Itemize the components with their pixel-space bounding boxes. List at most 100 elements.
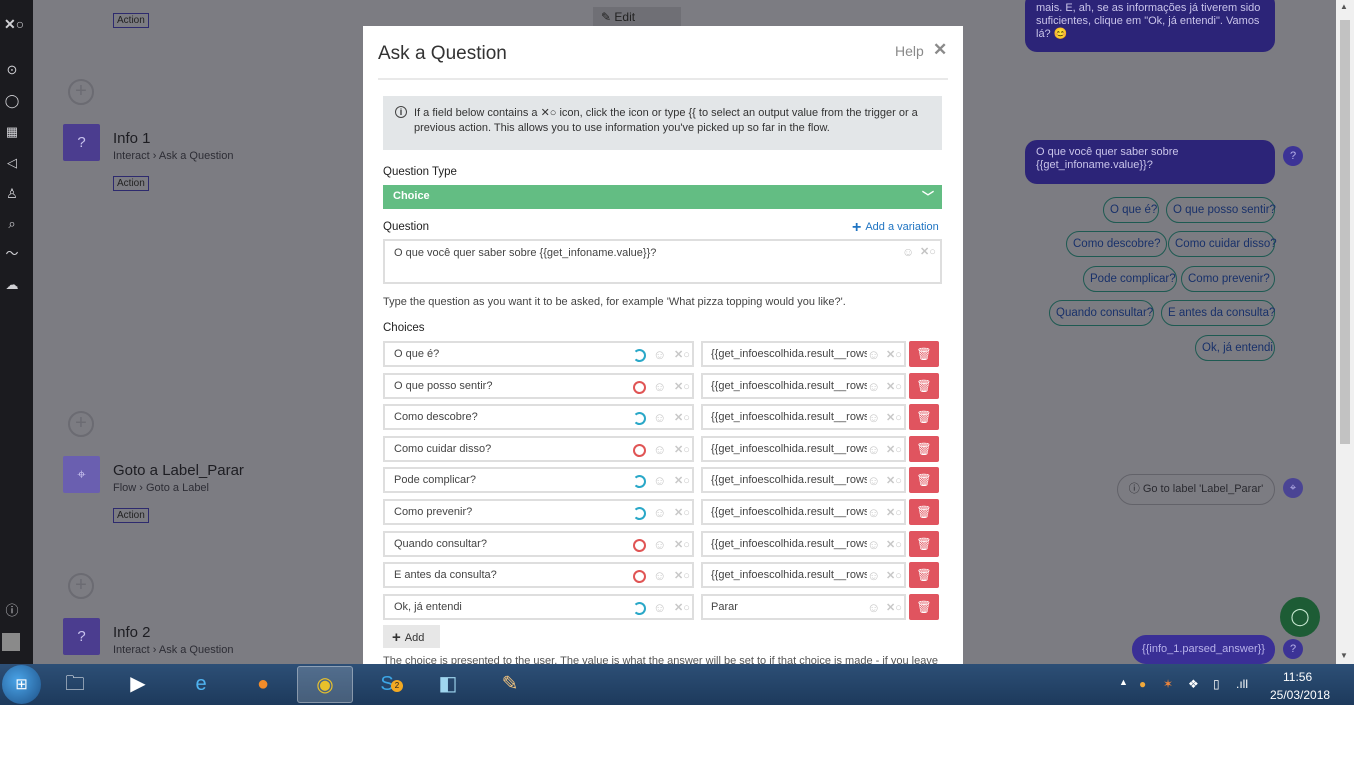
battery-icon[interactable]: ▯ <box>1213 677 1220 691</box>
add-step-button[interactable]: + <box>68 573 94 599</box>
choice-value-input[interactable]: {{get_infoescolhida.result__rows ☺ ✕○ <box>701 404 906 430</box>
variable-picker-icon[interactable]: ✕○ <box>886 348 902 361</box>
paint-icon[interactable]: ✎ <box>482 666 538 703</box>
scroll-down-icon[interactable]: ▼ <box>1340 651 1348 660</box>
variable-picker-icon[interactable]: ✕○ <box>674 601 690 614</box>
emoji-icon[interactable]: ☺ <box>653 568 666 583</box>
delete-choice-button[interactable]: 🗑 <box>909 531 939 557</box>
add-step-button[interactable]: + <box>68 411 94 437</box>
delete-choice-button[interactable]: 🗑 <box>909 594 939 620</box>
explorer-icon[interactable]: 🗀 <box>47 666 103 703</box>
tray-app-icon[interactable]: ● <box>1139 677 1146 691</box>
clock-date[interactable]: 25/03/2018 <box>1270 688 1330 702</box>
analytics-icon[interactable]: 〜 <box>4 246 20 262</box>
delete-choice-button[interactable]: 🗑 <box>909 404 939 430</box>
variable-picker-icon[interactable]: ✕○ <box>886 443 902 456</box>
variable-picker-icon[interactable]: ✕○ <box>674 348 690 361</box>
internet-explorer-icon[interactable]: e <box>173 666 229 703</box>
action-tag[interactable]: Action <box>113 176 149 191</box>
emoji-icon[interactable]: ☺ <box>902 245 914 259</box>
emoji-icon[interactable]: ☺ <box>653 379 666 394</box>
add-variation-button[interactable]: + Add a variation <box>852 219 939 237</box>
start-button[interactable]: ⊞ <box>2 665 41 704</box>
variable-picker-icon[interactable]: ✕○ <box>886 411 902 424</box>
delete-choice-button[interactable]: 🗑 <box>909 562 939 588</box>
emoji-icon[interactable]: ☺ <box>867 505 881 520</box>
delete-choice-button[interactable]: 🗑 <box>909 373 939 399</box>
scroll-thumb[interactable] <box>1340 20 1350 444</box>
choice-value-input[interactable]: {{get_infoescolhida.result__rows ☺ ✕○ <box>701 341 906 367</box>
add-choice-button[interactable]: + Add <box>383 625 440 648</box>
add-step-button[interactable]: + <box>68 79 94 105</box>
emoji-icon[interactable]: ☺ <box>867 347 881 362</box>
emoji-icon[interactable]: ☺ <box>867 537 881 552</box>
choice-text-input[interactable]: Quando consultar? ☺ ✕○ <box>383 531 694 557</box>
emoji-icon[interactable]: ☺ <box>653 537 666 552</box>
variable-picker-icon[interactable]: ✕○ <box>886 601 902 614</box>
action-tag[interactable]: Action <box>113 508 149 523</box>
emoji-icon[interactable]: ☺ <box>653 600 666 615</box>
emoji-icon[interactable]: ☺ <box>867 473 881 488</box>
skype-icon[interactable]: S2 <box>359 666 415 703</box>
emoji-icon[interactable]: ☺ <box>653 347 666 362</box>
choice-text-input[interactable]: E antes da consulta? ☺ ✕○ <box>383 562 694 588</box>
variable-picker-icon[interactable]: ✕○ <box>674 474 690 487</box>
emoji-icon[interactable]: ☺ <box>653 505 666 520</box>
variable-picker-icon[interactable]: ✕○ <box>674 380 690 393</box>
variable-picker-icon[interactable]: ✕○ <box>674 569 690 582</box>
variable-picker-icon[interactable]: ✕○ <box>674 506 690 519</box>
choice-text-input[interactable]: Como prevenir? ☺ ✕○ <box>383 499 694 525</box>
choice-value-input[interactable]: {{get_infoescolhida.result__rows ☺ ✕○ <box>701 436 906 462</box>
emoji-icon[interactable]: ☺ <box>867 410 881 425</box>
edit-button[interactable]: ✎ Edit <box>593 7 681 28</box>
scroll-up-icon[interactable]: ▲ <box>1340 2 1348 11</box>
chat-fab-button[interactable]: ◯ <box>1280 597 1320 637</box>
apps-grid-icon[interactable]: ▦ <box>4 124 20 140</box>
dropbox-icon[interactable]: ❖ <box>1188 677 1199 691</box>
variable-picker-icon[interactable]: ✕○ <box>886 506 902 519</box>
emoji-icon[interactable]: ☺ <box>867 442 881 457</box>
variable-picker-icon[interactable]: ✕○ <box>674 443 690 456</box>
question-type-select[interactable]: Choice ﹀ <box>383 185 942 209</box>
emoji-icon[interactable]: ☺ <box>867 379 881 394</box>
variable-picker-icon[interactable]: ✕○ <box>920 245 936 258</box>
choice-value-input[interactable]: {{get_infoescolhida.result__rows ☺ ✕○ <box>701 467 906 493</box>
choice-value-input[interactable]: Parar ☺ ✕○ <box>701 594 906 620</box>
variable-picker-icon[interactable]: ✕○ <box>886 380 902 393</box>
close-icon[interactable]: ✕ <box>933 40 947 60</box>
variable-picker-icon[interactable]: ✕○ <box>886 569 902 582</box>
emoji-icon[interactable]: ☺ <box>653 473 666 488</box>
play-icon[interactable]: ⊙ <box>4 62 20 78</box>
megaphone-icon[interactable]: ◁ <box>4 155 20 171</box>
choice-value-input[interactable]: {{get_infoescolhida.result__rows ☺ ✕○ <box>701 373 906 399</box>
choice-value-input[interactable]: {{get_infoescolhida.result__rows ☺ ✕○ <box>701 499 906 525</box>
variable-picker-icon[interactable]: ✕○ <box>886 538 902 551</box>
chrome-icon[interactable]: ◉ <box>297 666 353 703</box>
chat-icon[interactable]: ◯ <box>4 93 20 109</box>
tray-avast-icon[interactable]: ✶ <box>1163 677 1173 691</box>
choice-text-input[interactable]: Pode complicar? ☺ ✕○ <box>383 467 694 493</box>
variable-picker-icon[interactable]: ✕○ <box>886 474 902 487</box>
help-link[interactable]: Help <box>895 43 924 59</box>
emoji-icon[interactable]: ☺ <box>867 568 881 583</box>
search-icon[interactable]: ⌕ <box>4 216 20 232</box>
question-input[interactable]: O que você quer saber sobre {{get_infona… <box>383 239 942 284</box>
choice-value-input[interactable]: {{get_infoescolhida.result__rows ☺ ✕○ <box>701 562 906 588</box>
delete-choice-button[interactable]: 🗑 <box>909 436 939 462</box>
clock-time[interactable]: 11:56 <box>1283 670 1312 684</box>
network-icon[interactable]: .ıll <box>1236 677 1248 691</box>
choice-text-input[interactable]: O que é? ☺ ✕○ <box>383 341 694 367</box>
cloud-icon[interactable]: ☁ <box>4 277 20 293</box>
media-player-icon[interactable]: ▶ <box>110 666 166 703</box>
choice-text-input[interactable]: Ok, já entendi ☺ ✕○ <box>383 594 694 620</box>
choice-value-input[interactable]: {{get_infoescolhida.result__rows ☺ ✕○ <box>701 531 906 557</box>
choice-text-input[interactable]: Como cuidar disso? ☺ ✕○ <box>383 436 694 462</box>
user-avatar[interactable] <box>2 633 20 651</box>
variable-picker-icon[interactable]: ✕○ <box>674 411 690 424</box>
notepad-icon[interactable]: ◧ <box>420 666 476 703</box>
people-icon[interactable]: ♙ <box>4 186 20 202</box>
info-icon[interactable]: ⓘ <box>4 603 20 619</box>
page-scrollbar[interactable]: ▲ ▼ <box>1336 0 1354 664</box>
emoji-icon[interactable]: ☺ <box>653 410 666 425</box>
tray-expand-icon[interactable]: ▲ <box>1119 677 1128 687</box>
